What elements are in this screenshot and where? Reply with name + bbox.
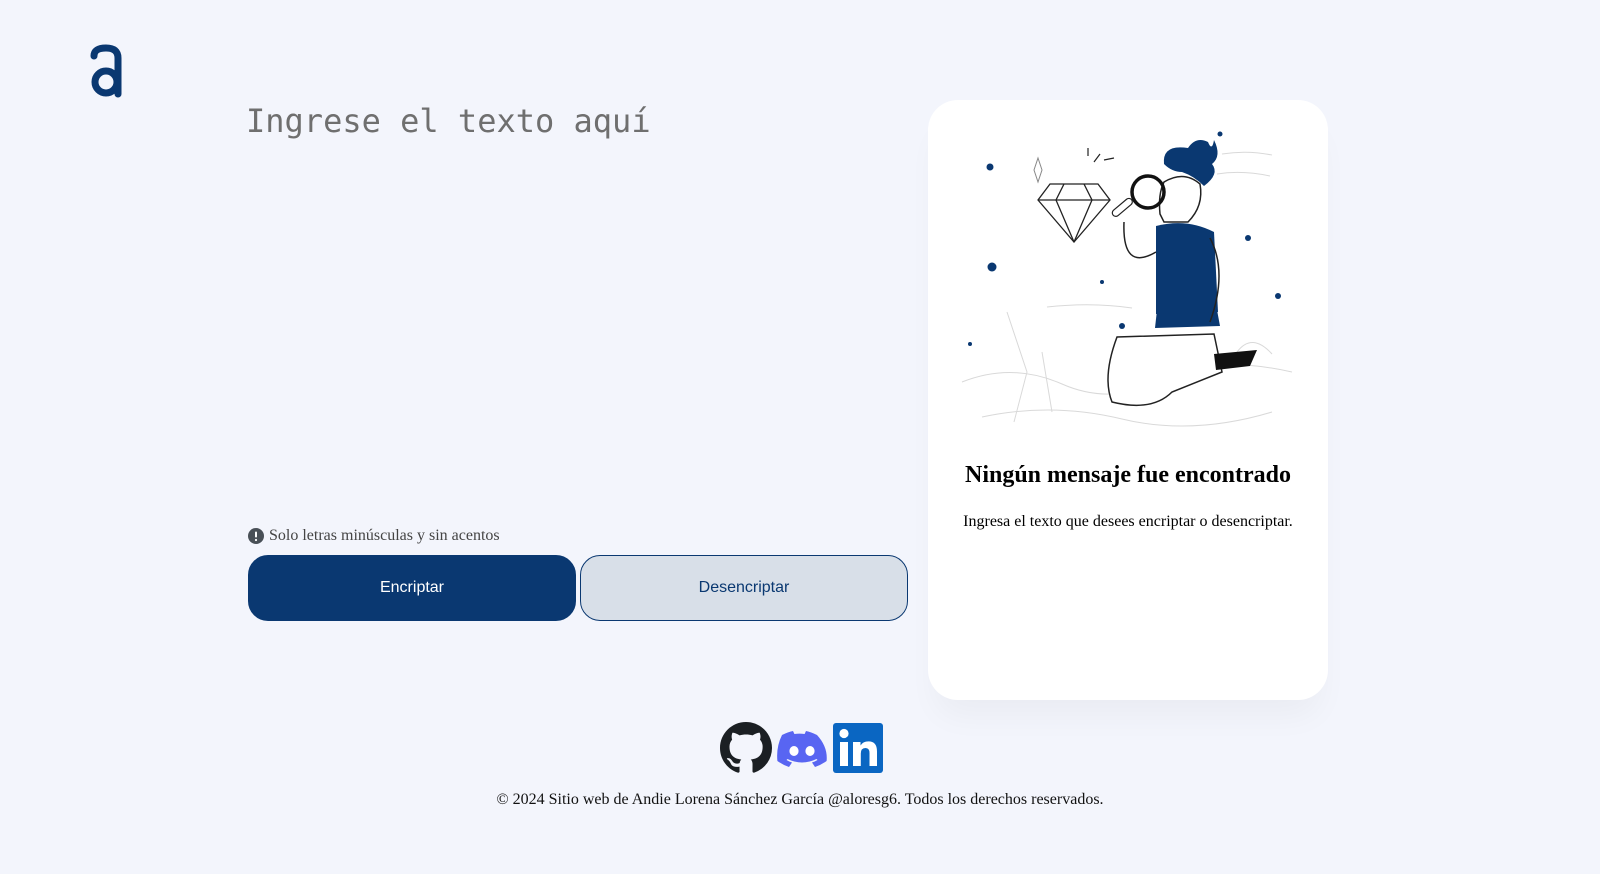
logo-icon[interactable] xyxy=(88,44,124,98)
github-link[interactable] xyxy=(720,722,772,774)
github-icon xyxy=(720,722,772,773)
person-with-magnifying-glass-illustration xyxy=(961,131,1293,427)
linkedin-link[interactable] xyxy=(832,722,884,774)
hint: Solo letras minúsculas y sin acentos xyxy=(248,526,500,546)
linkedin-icon xyxy=(833,723,883,773)
text-input[interactable] xyxy=(246,98,886,498)
encrypt-button[interactable]: Encriptar xyxy=(248,555,576,621)
discord-link[interactable] xyxy=(776,722,828,774)
result-text: Ingresa el texto que desees encriptar o … xyxy=(963,513,1293,530)
exclamation-circle-icon xyxy=(248,528,264,544)
result-title: Ningún mensaje fue encontrado xyxy=(964,462,1291,488)
footer-copyright: © 2024 Sitio web de Andie Lorena Sánchez… xyxy=(496,791,1104,808)
social-links xyxy=(720,722,884,774)
result-panel: Ningún mensaje fue encontrado Ingresa el… xyxy=(928,100,1328,700)
hint-text: Solo letras minúsculas y sin acentos xyxy=(269,527,500,544)
decrypt-button[interactable]: Desencriptar xyxy=(580,555,908,621)
discord-icon xyxy=(777,731,827,767)
